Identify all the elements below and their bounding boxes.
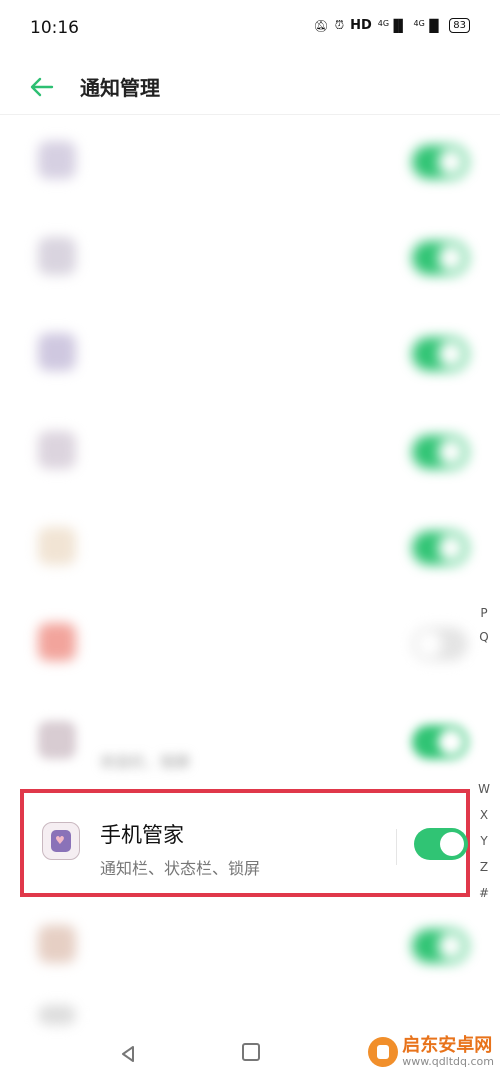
- toggle-knob: [438, 341, 464, 367]
- toggle-knob: [438, 535, 464, 561]
- index-letter[interactable]: Z: [474, 860, 494, 874]
- app-icon: [38, 527, 76, 565]
- notification-toggle[interactable]: [412, 725, 468, 759]
- notification-toggle[interactable]: [412, 627, 468, 661]
- notification-toggle[interactable]: [412, 531, 468, 565]
- mute-icon: 🔕︎: [313, 18, 329, 33]
- highlighted-app-row[interactable]: ♥ 手机管家 通知栏、状态栏、锁屏: [20, 789, 470, 897]
- page-title: 通知管理: [80, 76, 160, 100]
- index-letter[interactable]: Q: [474, 630, 494, 644]
- toggle-knob: [438, 729, 464, 755]
- watermark: 启东安卓网 www.qdltdq.com: [368, 1036, 494, 1068]
- signal-icon: 4G▐▌: [377, 18, 408, 33]
- app-icon: [38, 237, 76, 275]
- app-notification-list: 状态栏、锁屏: [0, 115, 500, 1050]
- app-icon: [38, 623, 76, 661]
- index-letter[interactable]: Y: [474, 834, 494, 848]
- list-item[interactable]: 状态栏、锁屏: [0, 695, 480, 791]
- index-letter[interactable]: P: [474, 606, 494, 620]
- phone-manager-app-icon: ♥: [42, 822, 80, 860]
- watermark-logo-icon: [368, 1037, 399, 1067]
- notification-toggle[interactable]: [412, 337, 468, 371]
- alarm-icon: ⏰︎: [334, 18, 345, 32]
- battery-icon: 83: [449, 18, 470, 33]
- notification-toggle[interactable]: [412, 435, 468, 469]
- status-icons: 🔕︎ ⏰︎ HD 4G▐▌ 4G▐▌ 83: [313, 18, 470, 33]
- nav-home-icon[interactable]: [242, 1043, 260, 1061]
- list-item[interactable]: [0, 405, 480, 501]
- list-item[interactable]: [0, 307, 480, 403]
- row-divider: [396, 829, 397, 865]
- toggle-knob: [416, 631, 442, 657]
- toggle-knob: [438, 933, 464, 959]
- toggle-knob: [438, 439, 464, 465]
- list-item[interactable]: [0, 501, 480, 597]
- list-item[interactable]: [0, 899, 480, 995]
- list-item[interactable]: [0, 115, 480, 211]
- notification-toggle[interactable]: [412, 929, 468, 963]
- app-name: 手机管家: [100, 823, 184, 847]
- app-icon: [38, 1005, 76, 1025]
- header: 通知管理: [0, 56, 500, 118]
- toggle-knob: [438, 245, 464, 271]
- nav-back-icon[interactable]: [118, 1044, 138, 1064]
- app-icon: [38, 333, 76, 371]
- notification-toggle[interactable]: [412, 241, 468, 275]
- hd-label: HD: [350, 18, 372, 33]
- list-item[interactable]: [0, 597, 480, 693]
- watermark-url: www.qdltdq.com: [402, 1055, 494, 1068]
- list-item[interactable]: [0, 211, 480, 307]
- app-sub: 状态栏、锁屏: [100, 753, 191, 771]
- notification-toggle[interactable]: [414, 828, 468, 860]
- navigation-bar: 启东安卓网 www.qdltdq.com: [0, 1024, 500, 1084]
- toggle-knob: [440, 832, 464, 856]
- app-icon: [38, 141, 76, 179]
- signal-label-2: 4G: [413, 18, 425, 28]
- back-arrow-icon[interactable]: [28, 73, 56, 101]
- notification-toggle[interactable]: [412, 145, 468, 179]
- signal-label: 4G: [377, 18, 390, 28]
- index-letter[interactable]: W: [474, 782, 494, 796]
- signal-icon-2: 4G▐▌: [413, 18, 444, 33]
- status-time: 10:16: [30, 18, 79, 38]
- app-sub: 通知栏、状态栏、锁屏: [100, 859, 261, 878]
- status-bar: 10:16 🔕︎ ⏰︎ HD 4G▐▌ 4G▐▌ 83: [0, 0, 500, 56]
- watermark-title: 启东安卓网: [402, 1035, 493, 1056]
- toggle-knob: [438, 149, 464, 175]
- app-icon: [38, 431, 76, 469]
- app-icon: [38, 721, 76, 759]
- index-letter[interactable]: #: [474, 886, 494, 900]
- heart-icon: ♥: [55, 834, 65, 847]
- app-icon: [38, 925, 76, 963]
- index-letter[interactable]: X: [474, 808, 494, 822]
